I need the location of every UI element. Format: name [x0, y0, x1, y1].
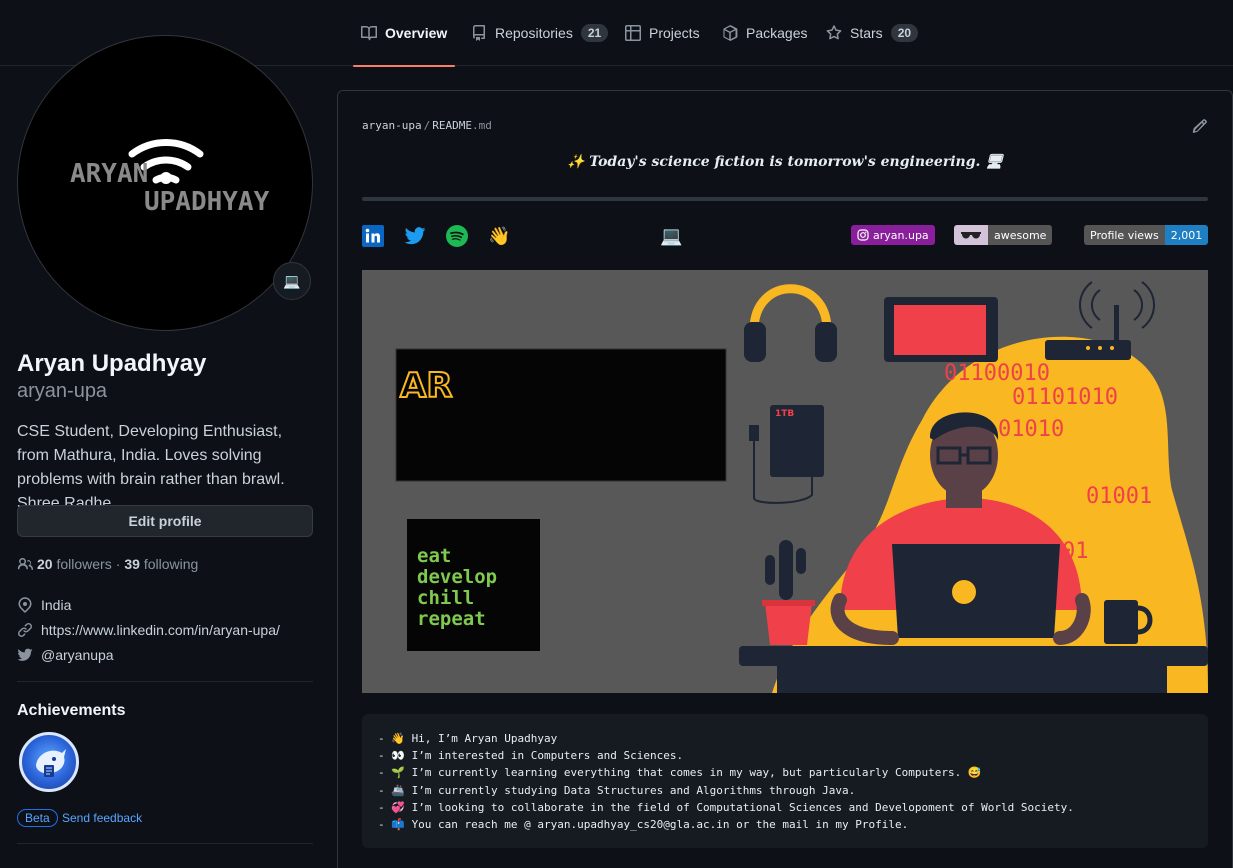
location-text: India: [41, 597, 72, 613]
tab-label: Projects: [649, 25, 700, 41]
profile-views-label: Profile views: [1084, 225, 1165, 245]
send-feedback-link[interactable]: Send feedback: [62, 811, 142, 825]
tab-projects[interactable]: Projects: [625, 0, 700, 66]
readme-file-ext: .md: [471, 119, 492, 132]
divider: [17, 843, 313, 844]
followers-label: followers: [56, 556, 112, 572]
instagram-icon: [857, 229, 869, 241]
wave-link[interactable]: 👋: [488, 225, 510, 247]
profile-bio: CSE Student, Developing Enthusiast, from…: [17, 423, 285, 512]
readme-banner-image: AR eat develop chill repeat 1TB 01100010: [362, 270, 1208, 693]
achievement-badge[interactable]: [19, 732, 79, 792]
awesome-badge[interactable]: awesome: [954, 225, 1053, 245]
tab-stars[interactable]: Stars 20: [826, 0, 919, 66]
binary-text: 01100010: [944, 361, 1050, 386]
tab-packages[interactable]: Packages: [722, 0, 807, 66]
edcr-line: eat: [417, 545, 451, 567]
laptop-link[interactable]: 💻: [660, 225, 682, 247]
set-status-button[interactable]: 💻: [273, 262, 311, 300]
edit-profile-button[interactable]: Edit profile: [17, 505, 313, 537]
binary-text: 01001: [1086, 484, 1152, 509]
readme-file-link[interactable]: README.md: [432, 119, 492, 132]
tab-label: Overview: [385, 25, 448, 41]
location-icon: [18, 597, 32, 613]
following-count: 39: [124, 556, 140, 572]
readme-owner-link[interactable]: aryan-upa: [362, 119, 422, 132]
profile-views-badge[interactable]: Profile views 2,001: [1084, 225, 1209, 245]
readme-file-name: README: [432, 119, 472, 132]
tab-label: Repositories: [495, 25, 573, 41]
website-link[interactable]: https://www.linkedin.com/in/aryan-upa/: [41, 622, 280, 638]
repo-icon: [473, 25, 485, 41]
readme-line: - 📫 You can reach me @ aryan.upadhyay_cs…: [378, 818, 909, 832]
readme-quote: ✨ Today's science fiction is tomorrow's …: [566, 154, 1004, 170]
avatar-text-1: ARYAN: [70, 159, 148, 189]
avatar-wifi-logo: ARYAN UPADHYAY: [70, 139, 270, 217]
shark-icon: [36, 749, 66, 777]
readme-line: - 🚢 I’m currently studying Data Structur…: [378, 783, 856, 797]
binary-text: 01101010: [1012, 385, 1118, 410]
followers-count: 20: [37, 556, 53, 572]
readme-line: - 💞️ I’m looking to collaborate in the f…: [378, 800, 1074, 814]
star-icon: [826, 25, 842, 40]
edit-readme-button[interactable]: [1192, 118, 1208, 134]
instagram-badge[interactable]: aryan.upa: [851, 225, 935, 245]
repositories-count: 21: [580, 24, 609, 42]
tab-repositories[interactable]: Repositories 21: [471, 0, 609, 66]
ar-logo: AR: [400, 366, 453, 406]
tab-label: Stars: [850, 25, 883, 41]
tab-overview[interactable]: Overview: [352, 0, 456, 67]
following-label: following: [143, 556, 199, 572]
readme-divider: [362, 197, 1208, 201]
website-item: https://www.linkedin.com/in/aryan-upa/: [17, 622, 280, 638]
twitter-item: @aryanupa: [17, 647, 114, 663]
drive-label: 1TB: [775, 409, 794, 419]
avatar-text-2: UPADHYAY: [144, 187, 270, 217]
readme-line: - 👋 Hi, I’m Aryan Upadhyay: [378, 732, 558, 745]
linkedin-link[interactable]: [362, 225, 384, 247]
followers-link[interactable]: 20 followers: [37, 556, 112, 572]
location-item: India: [17, 597, 71, 613]
path-separator: /: [423, 119, 431, 132]
table-icon: [625, 25, 641, 41]
spotify-icon: [446, 225, 468, 247]
edcr-line: develop: [417, 566, 497, 588]
edcr-line: repeat: [417, 608, 486, 630]
edcr-line: chill: [417, 587, 474, 609]
laptop-icon: 💻: [283, 272, 301, 289]
book-icon: [361, 26, 377, 41]
avatar[interactable]: ARYAN UPADHYAY: [17, 35, 313, 331]
readme-path: aryan-upa / README.md: [362, 119, 492, 132]
profile-username: aryan-upa: [17, 380, 108, 402]
dot-separator: ·: [115, 556, 121, 572]
linkedin-icon: [362, 225, 384, 247]
beta-label: Beta: [17, 809, 58, 827]
achievements-title: Achievements: [17, 702, 126, 719]
twitter-icon: [404, 227, 426, 245]
link-icon: [18, 622, 33, 637]
instagram-handle: aryan.upa: [873, 228, 929, 242]
readme-code-block: - 👋 Hi, I’m Aryan Upadhyay - 👀 I’m inter…: [362, 714, 1208, 848]
twitter-handle[interactable]: @aryanupa: [41, 647, 114, 663]
stars-count: 20: [890, 24, 919, 42]
readme-line: - 🌱 I’m currently learning everything th…: [378, 766, 982, 780]
readme-line: - 👀 I’m interested in Computers and Scie…: [378, 749, 684, 763]
tab-label: Packages: [746, 25, 808, 41]
twitter-icon: [17, 648, 33, 661]
profile-full-name: Aryan Upadhyay: [17, 350, 207, 377]
binary-text: 01010: [998, 417, 1064, 442]
wave-icon: 👋: [488, 226, 511, 246]
profile-views-count: 2,001: [1164, 225, 1209, 245]
follow-stats: 20 followers · 39 following: [17, 556, 198, 572]
pencil-icon: [1192, 119, 1207, 133]
laptop-icon: 💻: [660, 226, 683, 246]
divider: [17, 681, 313, 682]
package-icon: [723, 25, 738, 41]
sunglasses-icon: [961, 232, 981, 239]
twitter-link[interactable]: [404, 225, 426, 247]
people-icon: [17, 558, 33, 570]
spotify-link[interactable]: [446, 225, 468, 247]
awesome-label: awesome: [988, 225, 1053, 245]
following-link[interactable]: 39 following: [124, 556, 198, 572]
